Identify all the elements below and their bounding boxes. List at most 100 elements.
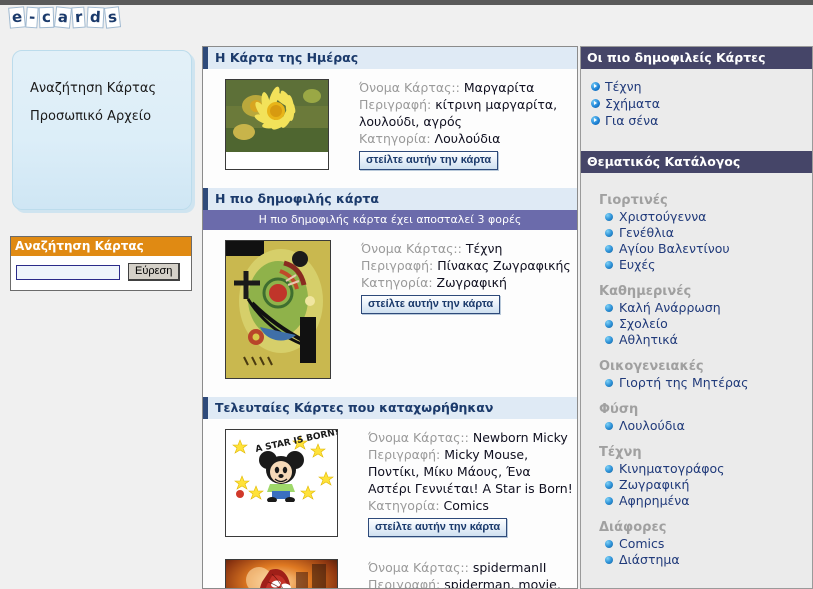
label-card-description: Περιγραφή:	[368, 577, 441, 589]
site-logo[interactable]: e - c a r d s	[8, 6, 121, 33]
catalog-item-label: Διάστημα	[619, 552, 680, 567]
catalog-item-label: Κινηματογράφος	[619, 461, 725, 476]
catalog-item-birthday[interactable]: Γενέθλια	[605, 225, 812, 241]
card-thumbnail-daisy[interactable]	[225, 79, 329, 170]
popular-item-1[interactable]: Σχήματα	[591, 95, 812, 112]
send-card-button[interactable]: στείλτε αυτήν την κάρτα	[361, 295, 501, 314]
catalog-item-christmas[interactable]: Χριστούγεννα	[605, 209, 812, 225]
play-bullet-icon	[591, 82, 600, 91]
popular-item-2[interactable]: Για σένα	[591, 112, 812, 129]
catalog-item-abstract[interactable]: Αφηρημένα	[605, 493, 812, 509]
label-card-category: Κατηγορία:	[361, 275, 433, 290]
send-card-button[interactable]: στείλτε αυτήν την κάρτα	[368, 518, 508, 537]
right-sidebar: Οι πιο δημοφιλείς Κάρτες Τέχνη Σχήματα Γ…	[580, 46, 813, 589]
label-card-description: Περιγραφή:	[368, 447, 441, 462]
catalog-item-label: Comics	[619, 536, 665, 551]
section-heading-latest-cards: Τελευταίες Κάρτες που καταχωρήθηκαν	[203, 397, 577, 419]
card-details: Όνομα Κάρτας:: Τέχνη Περιγραφή: Πίνακας …	[361, 240, 571, 379]
value-card-category: Comics	[443, 498, 489, 513]
card-thumbnail-painting[interactable]	[225, 240, 331, 379]
catalog-group-misc: Διάφορες Comics Διάστημα	[599, 520, 812, 568]
catalog-item-painting[interactable]: Ζωγραφική	[605, 477, 812, 493]
card-details: Όνομα Κάρτας:: Μαργαρίτα Περιγραφή: κίτρ…	[359, 79, 571, 170]
catalog-item-flowers[interactable]: Λουλούδια	[605, 418, 812, 434]
catalog-item-valentine[interactable]: Αγίου Βαλεντίνου	[605, 241, 812, 257]
catalog-item-comics[interactable]: Comics	[605, 536, 812, 552]
search-box: Αναζήτηση Κάρτας Εύρεση	[10, 236, 192, 291]
send-card-button[interactable]: στείλτε αυτήν την κάρτα	[359, 151, 499, 170]
catalog-item-get-well[interactable]: Καλή Ανάρρωση	[605, 300, 812, 316]
value-card-description: Πίνακας Ζωγραφικής	[437, 258, 571, 273]
catalog-item-sports[interactable]: Αθλητικά	[605, 332, 812, 348]
catalog-list: Γιορτινές Χριστούγεννα Γενέθλια Αγίου Βα…	[581, 173, 812, 568]
catalog-item-label: Σχολείο	[619, 316, 668, 331]
card-entry: Όνομα Κάρτας:: Τέχνη Περιγραφή: Πίνακας …	[203, 230, 577, 379]
label-card-name: Όνομα Κάρτας::	[359, 80, 460, 95]
label-card-description: Περιγραφή:	[359, 97, 432, 112]
catalog-item-label: Λουλούδια	[619, 418, 685, 433]
catalog-item-label: Αγίου Βαλεντίνου	[619, 241, 730, 256]
catalog-item-wishes[interactable]: Ευχές	[605, 257, 812, 273]
sphere-bullet-icon	[605, 304, 613, 312]
catalog-item-label: Γενέθλια	[619, 225, 674, 240]
sphere-bullet-icon	[605, 261, 613, 269]
sphere-bullet-icon	[605, 465, 613, 473]
value-card-name: Μαργαρίτα	[463, 80, 535, 95]
logo-letter: r	[71, 6, 87, 29]
left-sidebar: Αναζήτηση Κάρτας Προσωπικό Αρχείο Αναζήτ…	[0, 44, 200, 291]
search-submit-button[interactable]: Εύρεση	[128, 263, 181, 281]
label-card-description: Περιγραφή:	[361, 258, 434, 273]
catalog-item-space[interactable]: Διάστημα	[605, 552, 812, 568]
popular-item-0[interactable]: Τέχνη	[591, 78, 812, 95]
value-card-name: Newborn Micky	[472, 430, 568, 445]
catalog-group-title: Τέχνη	[599, 445, 642, 460]
most-popular-subtitle: Η πιο δημοφιλής κάρτα έχει αποσταλεί 3 φ…	[203, 210, 577, 230]
top-accent-bar	[0, 0, 813, 5]
catalog-group-title: Οικογενειακές	[599, 359, 704, 374]
card-entry: A STAR IS BORN! Όνομα Κάρτας:: Newborn M…	[203, 419, 577, 537]
sphere-bullet-icon	[605, 497, 613, 505]
catalog-item-mothers-day[interactable]: Γιορτή της Μητέρας	[605, 375, 812, 391]
label-card-name: Όνομα Κάρτας::	[368, 430, 469, 445]
sphere-bullet-icon	[605, 336, 613, 344]
nav-link-search-card[interactable]: Αναζήτηση Κάρτας	[30, 51, 191, 96]
catalog-item-label: Ευχές	[619, 257, 656, 272]
label-card-name: Όνομα Κάρτας::	[361, 241, 462, 256]
catalog-item-label: Καλή Ανάρρωση	[619, 300, 721, 315]
popular-item-label: Τέχνη	[605, 79, 642, 94]
card-details: Όνομα Κάρτας:: Newborn Micky Περιγραφή: …	[368, 429, 577, 537]
catalog-group-family: Οικογενειακές Γιορτή της Μητέρας	[599, 359, 812, 391]
catalog-group-everyday: Καθημερινές Καλή Ανάρρωση Σχολείο Αθλητι…	[599, 284, 812, 348]
search-input[interactable]	[16, 264, 120, 280]
right-heading-catalog: Θεματικός Κατάλογος	[581, 151, 812, 173]
catalog-item-school[interactable]: Σχολείο	[605, 316, 812, 332]
popular-list: Τέχνη Σχήματα Για σένα	[581, 69, 812, 129]
card-thumbnail-spiderman[interactable]	[225, 559, 338, 588]
nav-link-personal-archive[interactable]: Προσωπικό Αρχείο	[30, 96, 191, 124]
sphere-bullet-icon	[605, 556, 613, 564]
catalog-item-label: Ζωγραφική	[619, 477, 690, 492]
card-entry: Όνομα Κάρτας:: spidermanII Περιγραφή: sp…	[203, 549, 577, 589]
catalog-group-nature: Φύση Λουλούδια	[599, 402, 812, 434]
nav-panel: Αναζήτηση Κάρτας Προσωπικό Αρχείο	[12, 50, 192, 210]
sphere-bullet-icon	[605, 245, 613, 253]
logo-letter: a	[54, 6, 73, 29]
card-thumbnail-mickey[interactable]: A STAR IS BORN!	[225, 429, 338, 537]
catalog-item-cinema[interactable]: Κινηματογράφος	[605, 461, 812, 477]
label-card-name: Όνομα Κάρτας::	[368, 560, 469, 575]
label-card-category: Κατηγορία:	[359, 131, 431, 146]
right-heading-popular: Οι πιο δημοφιλείς Κάρτες	[581, 47, 812, 69]
logo-letter: s	[103, 6, 121, 29]
catalog-item-label: Αθλητικά	[619, 332, 678, 347]
catalog-item-label: Γιορτή της Μητέρας	[619, 375, 749, 390]
logo-letter: c	[39, 6, 55, 29]
logo-letter: -	[25, 6, 40, 29]
card-entry: Όνομα Κάρτας:: Μαργαρίτα Περιγραφή: κίτρ…	[203, 69, 577, 170]
sphere-bullet-icon	[605, 379, 613, 387]
catalog-group-title: Φύση	[599, 402, 639, 417]
sphere-bullet-icon	[605, 422, 613, 430]
value-card-name: spidermanII	[472, 560, 547, 575]
value-card-category: Ζωγραφική	[436, 275, 507, 290]
section-heading-card-of-day: Η Κάρτα της Ημέρας	[203, 47, 577, 69]
card-details: Όνομα Κάρτας:: spidermanII Περιγραφή: sp…	[368, 559, 577, 589]
